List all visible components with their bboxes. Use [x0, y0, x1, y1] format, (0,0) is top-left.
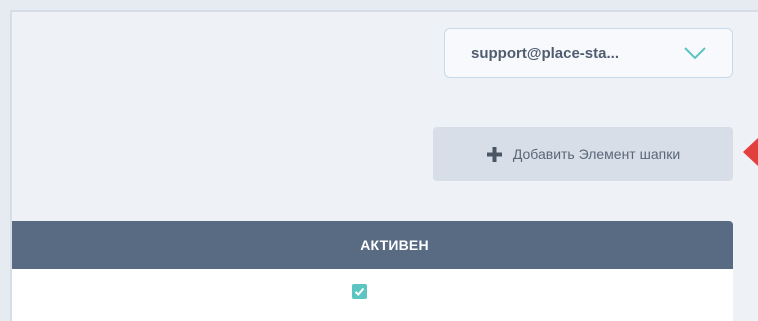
add-header-element-button[interactable]: Добавить Элемент шапки — [433, 127, 733, 181]
header-elements-table: АКТИВЕН — [12, 221, 733, 321]
check-icon — [354, 287, 365, 296]
column-header-active: АКТИВЕН — [360, 237, 429, 253]
user-account-dropdown[interactable]: support@place-sta... — [444, 28, 733, 78]
active-checkbox[interactable] — [352, 284, 367, 299]
table-header: АКТИВЕН — [12, 221, 733, 269]
user-email-label: support@place-sta... — [471, 44, 619, 62]
add-header-element-label: Добавить Элемент шапки — [512, 146, 681, 162]
plus-icon — [486, 146, 502, 162]
table-row — [12, 269, 733, 321]
chevron-down-icon — [684, 47, 706, 60]
red-arrow-icon — [743, 138, 758, 166]
